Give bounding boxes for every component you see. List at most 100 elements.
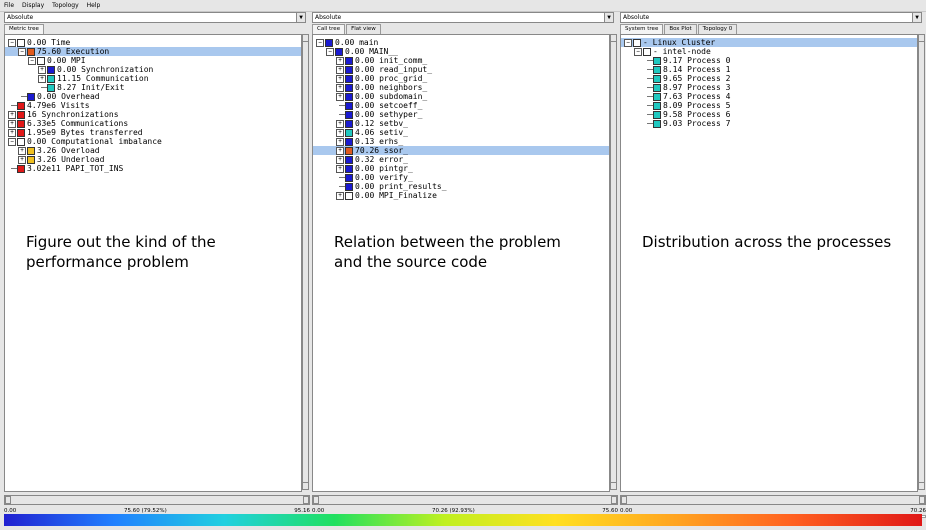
vertical-scrollbar[interactable] — [610, 34, 617, 490]
tree-row[interactable]: 9.17 Process 0 — [621, 56, 911, 65]
expand-icon[interactable]: + — [336, 93, 344, 101]
expand-icon[interactable]: + — [336, 84, 344, 92]
vertical-scrollbar[interactable] — [302, 34, 309, 490]
scroll-up-arrow[interactable] — [611, 35, 617, 42]
tree-row[interactable]: +11.15 Communication — [5, 74, 295, 83]
tree-row[interactable]: +3.26 Underload — [5, 155, 295, 164]
tree-row[interactable]: +6.33e5 Communications — [5, 119, 295, 128]
tab-call-tree[interactable]: Call tree — [312, 24, 346, 34]
scroll-right-arrow[interactable] — [611, 496, 617, 504]
scroll-left-arrow[interactable] — [313, 496, 319, 504]
tree-row[interactable]: +0.00 neighbors_ — [313, 83, 603, 92]
collapse-icon[interactable]: − — [634, 48, 642, 56]
tree-row[interactable]: 9.58 Process 6 — [621, 110, 911, 119]
scroll-down-arrow[interactable] — [611, 482, 617, 489]
expand-icon[interactable]: + — [336, 57, 344, 65]
tree-row[interactable]: 0.00 print_results_ — [313, 182, 603, 191]
tab-box-plot[interactable]: Box Plot — [664, 24, 697, 34]
collapse-icon[interactable]: − — [316, 39, 324, 47]
menu-file[interactable]: File — [4, 2, 14, 9]
tree-row[interactable]: − 0.00 MAIN__ — [313, 47, 603, 56]
metric-mode-select[interactable]: Absolute ▼ — [4, 12, 306, 23]
tree-row[interactable]: +1.95e9 Bytes transferred — [5, 128, 295, 137]
tree-row[interactable]: +16 Synchronizations — [5, 110, 295, 119]
tab-flat-view[interactable]: Flat view — [346, 24, 381, 34]
system-tree[interactable]: − - Linux Cluster − - intel-node 9.17 Proces… — [620, 34, 918, 492]
menu-topology[interactable]: Topology — [52, 2, 79, 9]
collapse-icon[interactable]: − — [624, 39, 632, 47]
expand-icon[interactable]: + — [18, 147, 26, 155]
tree-row[interactable]: +70.26 ssor_ — [313, 146, 609, 155]
tree-row[interactable]: 3.02e11 PAPI_TOT_INS — [5, 164, 295, 173]
tree-row[interactable]: 8.09 Process 5 — [621, 101, 911, 110]
tree-row[interactable]: 0.00 sethyper_ — [313, 110, 603, 119]
scroll-left-arrow[interactable] — [5, 496, 11, 504]
collapse-icon[interactable]: − — [18, 48, 26, 56]
expand-icon[interactable]: + — [336, 66, 344, 74]
tree-row[interactable]: 9.65 Process 2 — [621, 74, 911, 83]
tree-row[interactable]: − 0.00 Time — [5, 38, 295, 47]
scroll-down-arrow[interactable] — [303, 482, 309, 489]
tree-row[interactable]: 4.79e6 Visits — [5, 101, 295, 110]
tree-row[interactable]: − 0.00 main — [313, 38, 603, 47]
tree-row[interactable]: +0.13 erhs_ — [313, 137, 603, 146]
chevron-down-icon[interactable]: ▼ — [604, 13, 613, 22]
expand-icon[interactable]: + — [336, 75, 344, 83]
tree-row[interactable]: +0.00 Synchronization — [5, 65, 295, 74]
expand-icon[interactable]: + — [336, 156, 344, 164]
expand-icon[interactable]: + — [336, 138, 344, 146]
chevron-down-icon[interactable]: ▼ — [296, 13, 305, 22]
tree-row[interactable]: − 75.60 Execution — [5, 47, 301, 56]
scroll-right-arrow[interactable] — [303, 496, 309, 504]
tree-row[interactable]: +0.00 read_input_ — [313, 65, 603, 74]
scroll-up-arrow[interactable] — [303, 35, 309, 42]
tree-row[interactable]: 9.03 Process 7 — [621, 119, 911, 128]
tab-topology-0[interactable]: Topology 0 — [697, 24, 738, 34]
vertical-scrollbar[interactable] — [918, 34, 925, 490]
expand-icon[interactable]: + — [336, 147, 344, 155]
tree-row[interactable]: 0.00 Overhead — [5, 92, 295, 101]
expand-icon[interactable]: + — [336, 192, 344, 200]
tree-row[interactable]: +0.12 setbv_ — [313, 119, 603, 128]
tab-system-tree[interactable]: System tree — [620, 24, 664, 34]
tree-row[interactable]: 8.14 Process 1 — [621, 65, 911, 74]
horizontal-scrollbar[interactable] — [4, 495, 310, 505]
tree-row[interactable]: − - intel-node — [621, 47, 911, 56]
collapse-icon[interactable]: − — [326, 48, 334, 56]
tree-row[interactable]: − - Linux Cluster — [621, 38, 917, 47]
tree-row[interactable]: +0.00 init_comm_ — [313, 56, 603, 65]
collapse-icon[interactable]: − — [8, 39, 16, 47]
scroll-right-arrow[interactable] — [919, 496, 925, 504]
tree-row[interactable]: 8.97 Process 3 — [621, 83, 911, 92]
expand-icon[interactable]: + — [336, 120, 344, 128]
horizontal-scrollbar[interactable] — [312, 495, 618, 505]
expand-icon[interactable]: + — [38, 66, 46, 74]
collapse-icon[interactable]: − — [8, 138, 16, 146]
menu-display[interactable]: Display — [22, 2, 44, 9]
expand-icon[interactable]: + — [8, 120, 16, 128]
tree-row[interactable]: 7.63 Process 4 — [621, 92, 911, 101]
scroll-left-arrow[interactable] — [621, 496, 627, 504]
tree-row[interactable]: 0.00 setcoeff_ — [313, 101, 603, 110]
tree-row[interactable]: 0.00 verify_ — [313, 173, 603, 182]
expand-icon[interactable]: + — [18, 156, 26, 164]
scroll-down-arrow[interactable] — [919, 482, 925, 489]
menu-help[interactable]: Help — [87, 2, 101, 9]
tree-row[interactable]: − 0.00 Computational imbalance — [5, 137, 295, 146]
collapse-icon[interactable]: − — [28, 57, 36, 65]
tree-row[interactable]: +3.26 Overload — [5, 146, 295, 155]
tree-row[interactable]: +0.00 MPI_Finalize — [313, 191, 603, 200]
expand-icon[interactable]: + — [38, 75, 46, 83]
tree-row[interactable]: − 0.00 MPI — [5, 56, 295, 65]
expand-icon[interactable]: + — [336, 165, 344, 173]
chevron-down-icon[interactable]: ▼ — [912, 13, 921, 22]
tree-row[interactable]: 8.27 Init/Exit — [5, 83, 295, 92]
expand-icon[interactable]: + — [8, 111, 16, 119]
call-mode-select[interactable]: Absolute ▼ — [312, 12, 614, 23]
scroll-up-arrow[interactable] — [919, 35, 925, 42]
tree-row[interactable]: +0.00 subdomain_ — [313, 92, 603, 101]
system-mode-select[interactable]: Absolute ▼ — [620, 12, 922, 23]
tree-row[interactable]: +4.06 setiv_ — [313, 128, 603, 137]
expand-icon[interactable]: + — [336, 129, 344, 137]
tab-metric-tree[interactable]: Metric tree — [4, 24, 44, 34]
